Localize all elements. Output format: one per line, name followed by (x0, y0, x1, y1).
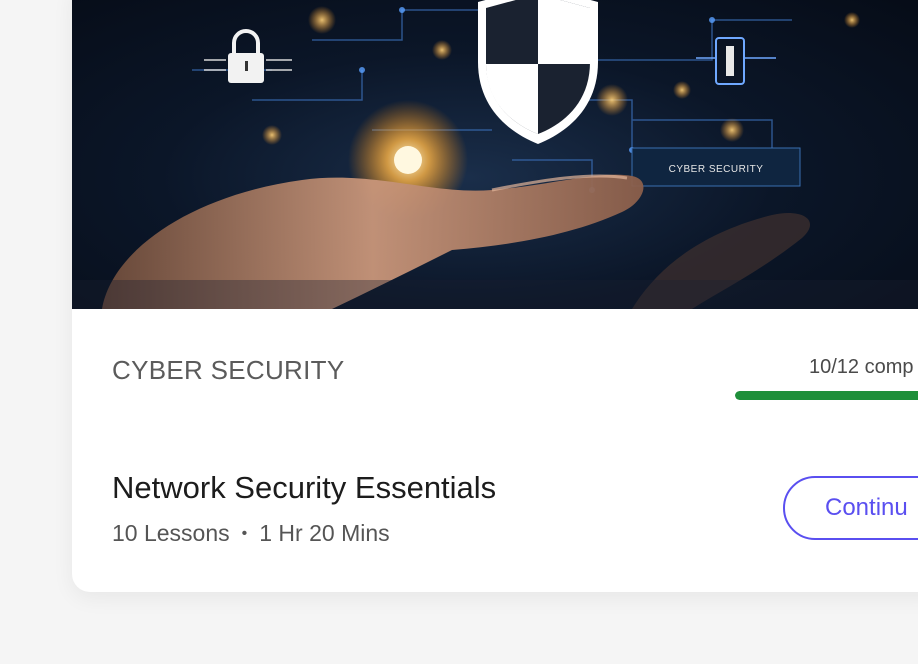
progress-label: 10/12 comp (809, 356, 914, 378)
course-duration: 1 Hr 20 Mins (259, 520, 390, 546)
lock-icon (204, 29, 292, 83)
device-icon (696, 37, 776, 85)
lesson-count: 10 Lessons (112, 520, 230, 546)
meta-separator: • (241, 524, 248, 542)
progress-bar (735, 391, 918, 400)
course-card[interactable]: CYBER SECURITY CYBER SECURITY 10/12 comp… (72, 0, 918, 592)
course-title: Network Security Essentials (112, 470, 497, 505)
image-caption: CYBER SECURITY (669, 164, 764, 175)
continue-button[interactable]: Continu (783, 476, 918, 540)
course-category: CYBER SECURITY (112, 355, 345, 385)
progress-bar-fill (735, 391, 918, 400)
shield-icon (478, 0, 598, 144)
course-thumbnail: CYBER SECURITY (72, 0, 918, 309)
course-meta: 10 Lessons • 1 Hr 20 Mins (112, 520, 390, 547)
